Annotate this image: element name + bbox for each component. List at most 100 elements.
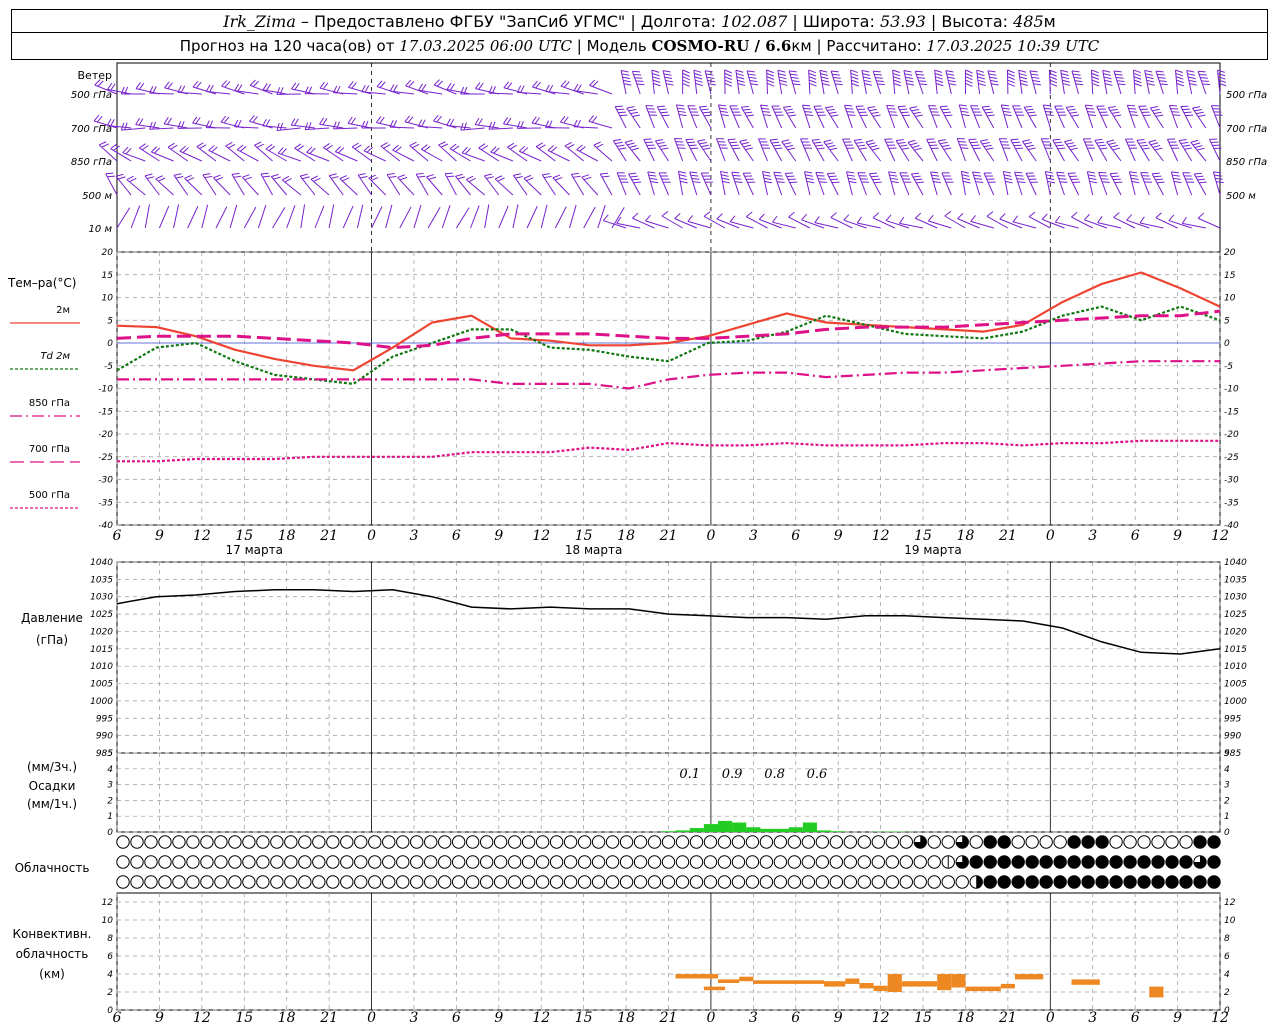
- conv-tick-right: 4: [1224, 970, 1230, 980]
- wind-level-label-left: 850 гПа: [71, 157, 112, 168]
- pressure-unit-label: (гПа): [36, 633, 68, 647]
- cloud-circle: [1151, 875, 1165, 889]
- wind-barb-flag: [135, 117, 141, 125]
- cloud-cover-icon: [1165, 855, 1179, 869]
- wind-barb: [698, 105, 712, 129]
- wind-barb-flag: [1028, 147, 1036, 151]
- cloud-cover-icon: [885, 875, 899, 889]
- wind-barb-flag: [699, 141, 707, 145]
- wind-barb-flag: [1180, 105, 1189, 108]
- cloud-cover-icon: [549, 855, 564, 869]
- wind-barb-flag: [869, 108, 877, 112]
- cloud-cover-icon: [1039, 855, 1053, 869]
- cloud-cover-icon: [703, 835, 718, 849]
- wind-barb-flag: [814, 216, 820, 223]
- wind-barb-flag: [805, 114, 814, 116]
- cloud-cover-icon: [549, 835, 564, 849]
- cloud-circle: [1067, 875, 1081, 889]
- wind-barb-staff: [484, 204, 490, 229]
- wind-barb-flag: [629, 145, 637, 149]
- cloud-circle: [955, 875, 969, 889]
- cloud-circle: [1081, 835, 1095, 849]
- wind-barb-flag: [809, 79, 817, 84]
- wind-barb-flag: [846, 171, 855, 174]
- wind-barb-flag: [1067, 108, 1076, 111]
- wind-barb-flag: [892, 72, 901, 77]
- wind-barb-flag: [716, 213, 723, 220]
- wind-barb-flag: [1113, 178, 1121, 181]
- wind-barb: [356, 204, 364, 229]
- wind-barb: [376, 116, 400, 129]
- cloud-half-fill: [976, 875, 983, 889]
- wind-barb-flag: [618, 147, 627, 150]
- x-bottom-tick-label: 15: [235, 1010, 253, 1024]
- cloud-cover-icon: [1025, 855, 1039, 869]
- wind-barb-flag: [1154, 147, 1163, 151]
- wind-barb-flag: [455, 173, 463, 177]
- wind-barb-staff: [730, 221, 754, 229]
- wind-barb: [624, 139, 641, 162]
- wind-barb: [576, 144, 599, 162]
- wind-barb: [201, 204, 209, 229]
- wind-barb: [455, 173, 471, 196]
- wind-barb-flag: [276, 87, 281, 95]
- wind-barb: [460, 86, 485, 95]
- cloud-circle: [745, 855, 760, 869]
- cloud-circle: [521, 855, 536, 869]
- cloud-cover-icon: [787, 875, 802, 889]
- precip-bar: [774, 828, 789, 832]
- wind-barb-flag: [564, 141, 572, 147]
- wind-barb: [167, 142, 188, 162]
- wind-barb-flag: [1202, 83, 1211, 86]
- cloud-cover-icon: [913, 875, 927, 889]
- precip-unit-1h: (мм/1ч.): [27, 797, 77, 811]
- wind-barb-flag: [507, 142, 515, 148]
- cloud-circle: [424, 835, 438, 849]
- wind-barb-flag: [1201, 80, 1209, 82]
- wind-barb-flag: [983, 144, 992, 148]
- precip-bar: [675, 830, 690, 832]
- wind-barb-flag: [1071, 70, 1080, 73]
- wind-barb-flag: [110, 83, 116, 91]
- cloud-circle: [563, 855, 578, 869]
- wind-barb: [319, 117, 344, 129]
- wind-barb: [488, 121, 513, 130]
- wind-barb: [314, 205, 325, 229]
- wind-barb-flag: [652, 79, 661, 83]
- cloud-cover-icon: [214, 875, 228, 889]
- cloud-circle: [913, 875, 927, 889]
- cloud-cover-icon: [605, 875, 620, 889]
- cloud-circle: [284, 875, 298, 889]
- wind-barb: [1098, 171, 1110, 196]
- date-19-label: 19 марта: [904, 543, 961, 557]
- wind-barb: [357, 173, 372, 196]
- cloud-cover-icon: [228, 875, 242, 889]
- wind-barb-flag: [901, 147, 910, 150]
- wind-barb-flag: [1083, 213, 1090, 221]
- wind-barb-flag: [615, 141, 623, 144]
- wind-barb-flag: [1110, 172, 1118, 175]
- wind-barb: [599, 172, 613, 196]
- wind-barb: [294, 143, 316, 162]
- precip-bar: [816, 830, 832, 832]
- x-bottom-tick-label: 3: [1088, 1010, 1097, 1024]
- wind-barb-flag: [1087, 171, 1095, 174]
- wind-barb-flag: [724, 79, 733, 84]
- wind-barb-flag: [666, 83, 674, 86]
- cloud-cover-icon: [1053, 855, 1067, 869]
- wind-barb-flag: [268, 145, 276, 152]
- wind-barb-flag: [722, 180, 730, 184]
- wind-barb: [196, 142, 217, 162]
- wind-barb: [897, 105, 911, 129]
- cloud-circle: [1137, 855, 1151, 869]
- wind-barb-staff: [427, 206, 441, 229]
- wind-barb-flag: [1086, 107, 1094, 110]
- cloud-cover-icon: [647, 855, 662, 869]
- wind-barb-flag: [1173, 177, 1181, 180]
- wind-barb: [861, 69, 873, 95]
- wind-barb-flag: [204, 175, 213, 179]
- cloud-circle: [591, 835, 606, 849]
- cloud-circle: [312, 835, 326, 849]
- wind-barb-flag: [1187, 73, 1195, 76]
- wind-barb: [956, 137, 969, 162]
